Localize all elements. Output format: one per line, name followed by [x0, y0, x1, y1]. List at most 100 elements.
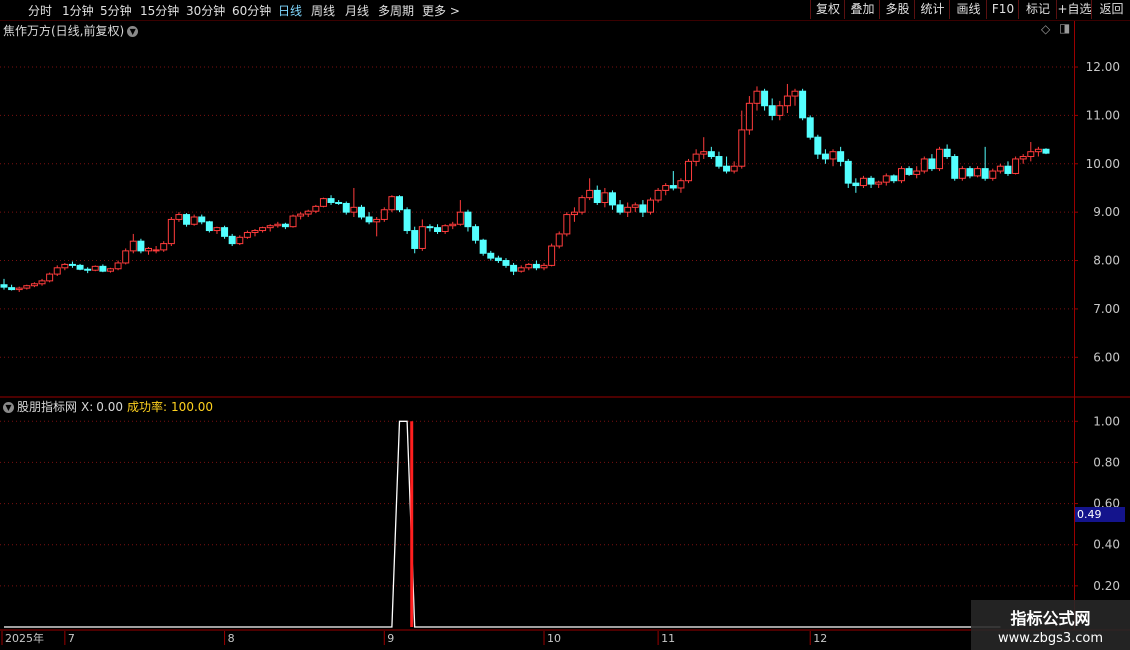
toolbar-button-4[interactable]: 画线 [949, 0, 987, 19]
candle-body [456, 211, 464, 225]
candle-body [449, 223, 457, 227]
cursor-value-badge: 0.49 [1075, 507, 1125, 522]
date-tick-label: 11 [661, 632, 675, 645]
candle-body [1004, 165, 1012, 174]
indicator-name: 股朋指标网 [17, 400, 78, 414]
candle-body [799, 90, 807, 119]
candle-body [867, 177, 875, 185]
toolbar-button-7[interactable]: +自选 [1056, 0, 1092, 19]
candle-body [357, 206, 365, 218]
diamond-icon[interactable]: ◇ [1041, 22, 1050, 36]
toolbar-button-6[interactable]: 标记 [1018, 0, 1057, 19]
period-tab-4[interactable]: 30分钟 [186, 2, 225, 19]
watermark-title: 指标公式网 [1010, 609, 1091, 628]
candle-body [791, 90, 799, 97]
candle-body [426, 226, 434, 229]
candle-body [53, 267, 61, 275]
toolbar-button-8[interactable]: 返回 [1091, 0, 1130, 19]
candle-body [570, 211, 578, 216]
candle-body [974, 168, 982, 177]
candle-body [472, 226, 480, 241]
success-rate-label: 成功率: [127, 400, 168, 414]
candle-body [776, 105, 784, 116]
candle-body [190, 216, 198, 225]
candle-body [548, 245, 556, 266]
candle-body [167, 218, 175, 245]
candle-body [297, 213, 305, 217]
candle-body [685, 160, 693, 182]
candle-body [761, 90, 769, 107]
toolbar-button-1[interactable]: 叠加 [844, 0, 880, 19]
candle-body [814, 136, 822, 155]
candle-body [350, 206, 358, 213]
candle-body [342, 202, 350, 213]
toolbar-button-5[interactable]: F10 [986, 0, 1019, 19]
chevron-down-icon[interactable]: ▼ [3, 402, 14, 413]
period-tab-7[interactable]: 周线 [311, 2, 335, 19]
main-y-tick-label: 9.00 [1093, 205, 1120, 219]
main-y-tick-label: 7.00 [1093, 302, 1120, 316]
candle-body [289, 215, 297, 228]
candle-body [46, 273, 54, 282]
candle-body [106, 268, 114, 272]
period-tab-0[interactable]: 分时 [28, 2, 52, 19]
chevron-down-icon[interactable]: ▼ [127, 26, 139, 37]
period-tab-6[interactable]: 日线 [278, 2, 302, 19]
candle-body [532, 263, 540, 269]
stock-title: 焦作万方(日线,前复权) [3, 24, 125, 38]
main-y-tick-label: 11.00 [1086, 108, 1120, 122]
candle-body [129, 240, 137, 252]
candle-body [608, 192, 616, 206]
candle-body [981, 168, 989, 179]
candle-body [68, 263, 76, 266]
period-tab-5[interactable]: 60分钟 [232, 2, 271, 19]
candle-body [388, 196, 396, 211]
candle-body [540, 264, 548, 269]
period-tab-9[interactable]: 多周期 [378, 2, 414, 19]
candle-body [837, 151, 845, 162]
candle-body [897, 168, 905, 182]
toolbar-button-2[interactable]: 多股 [879, 0, 915, 19]
date-tick-label: 2025年 [5, 631, 44, 645]
period-tab-10[interactable]: 更多 > [422, 2, 460, 19]
candle-body [905, 168, 913, 175]
candle-body [76, 264, 84, 270]
main-y-tick-label: 8.00 [1093, 254, 1120, 268]
candle-body [396, 196, 404, 211]
x-value: 0.00 [96, 400, 123, 414]
kline-chart[interactable]: 12.00 11.00 10.00 9.00 8.00 7.00 6.00 1.00 0.80 0… [0, 0, 1130, 650]
candle-body [434, 227, 442, 233]
candle-body [555, 233, 563, 247]
indicator-y-tick-label: 0.40 [1093, 538, 1120, 552]
period-tab-2[interactable]: 5分钟 [100, 2, 132, 19]
candle-body [723, 165, 731, 172]
candle-body [601, 192, 609, 203]
candle-body [137, 240, 145, 252]
candle-body [1034, 148, 1042, 153]
candle-body [1019, 156, 1027, 160]
period-tab-8[interactable]: 月线 [345, 2, 369, 19]
candle-body [966, 168, 974, 177]
candle-body [715, 156, 723, 167]
candle-body [38, 280, 46, 285]
x-label: X: [81, 400, 94, 414]
candle-body [745, 102, 753, 131]
toolbar-button-3[interactable]: 统计 [914, 0, 950, 19]
candle-body [593, 189, 601, 203]
candle-body [441, 225, 449, 233]
layout-toggle-icon[interactable]: ◨ [1059, 21, 1070, 35]
candle-body [859, 177, 867, 187]
candle-body [160, 243, 168, 251]
candle-body [890, 175, 898, 182]
date-tick-label: 9 [387, 632, 394, 645]
period-tab-3[interactable]: 15分钟 [140, 2, 179, 19]
candle-body [221, 227, 229, 237]
candle-body [753, 90, 761, 104]
candle-body [631, 204, 639, 208]
candle-body [1012, 158, 1020, 174]
candle-body [677, 180, 685, 189]
candle-body [624, 206, 632, 213]
candle-body [989, 170, 997, 179]
toolbar-button-0[interactable]: 复权 [810, 0, 845, 19]
period-tab-1[interactable]: 1分钟 [62, 2, 94, 19]
